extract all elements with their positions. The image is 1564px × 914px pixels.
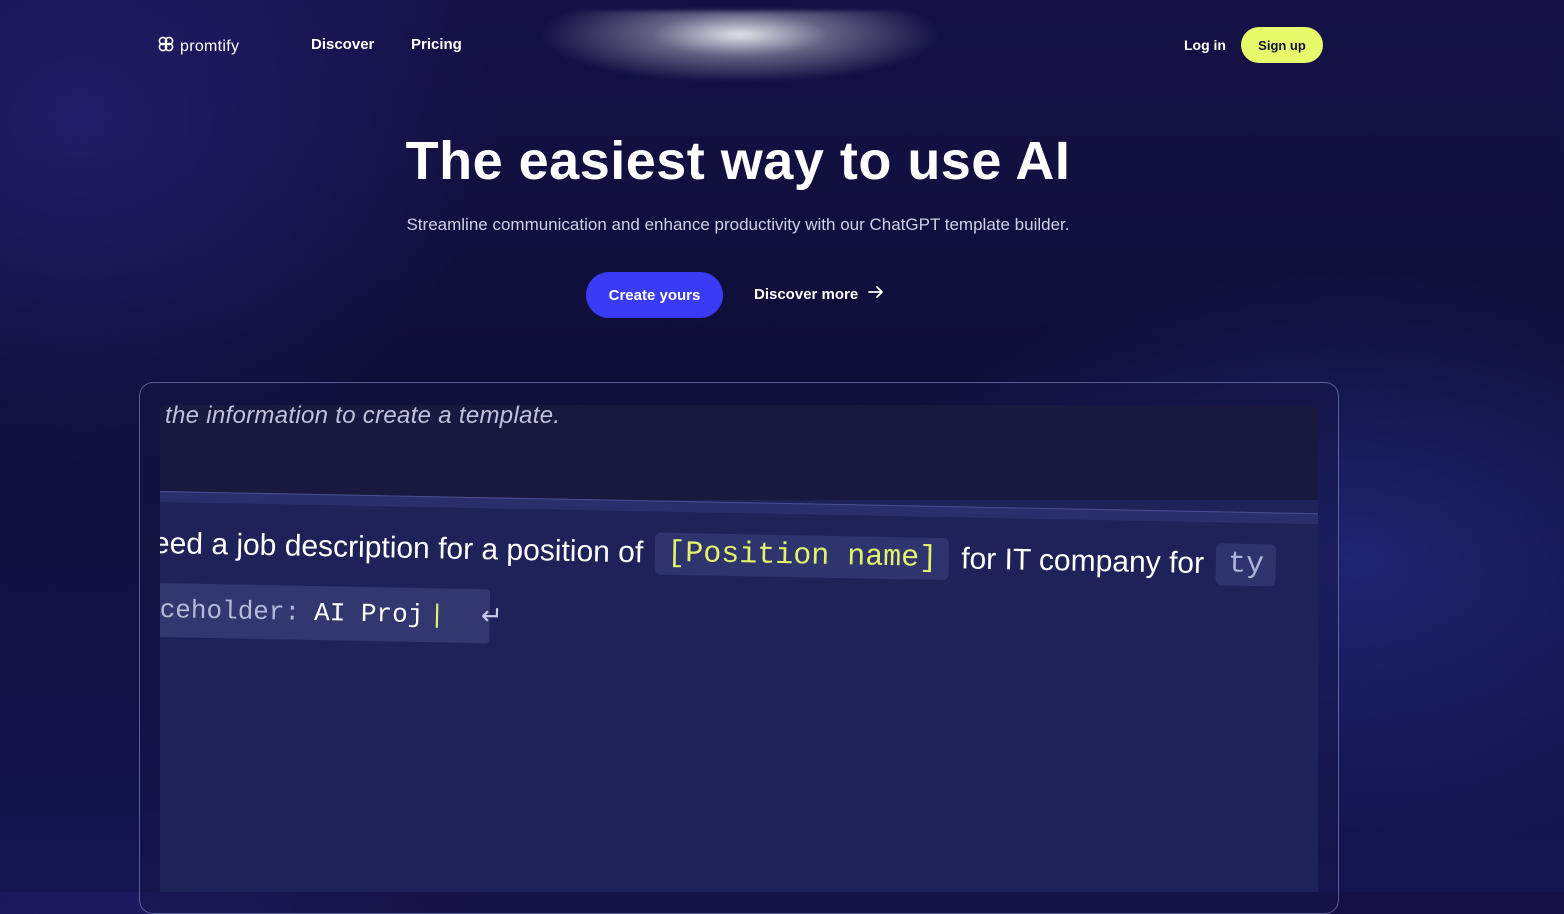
hero-subtitle: Streamline communication and enhance pro… [406,215,1070,234]
text-caret: | [429,600,446,631]
prompt-text-mid: for IT company for [960,542,1205,581]
type-placeholder-chip[interactable]: ty [1215,543,1277,587]
brand-logo[interactable]: promtify [157,35,239,58]
position-name-placeholder[interactable]: [Position name] [654,532,950,581]
top-navigation: promtify Discover Pricing Log in Sign up [0,0,1564,90]
promtify-logo-icon [157,35,175,58]
nav-link-discover[interactable]: Discover [311,36,374,53]
prompt-text-start: eed a job description for a position of [160,526,644,570]
demo-prompt-area: eed a job description for a position of … [160,491,1318,655]
arrow-right-icon [868,285,884,303]
brand-name: promtify [180,37,240,55]
create-yours-button[interactable]: Create yours [586,272,723,318]
return-arrow-icon: ↵ [480,601,504,632]
demo-prompt-line: eed a job description for a position of … [160,523,1288,587]
nav-link-pricing[interactable]: Pricing [411,36,462,53]
placeholder-input[interactable]: ceholder: AI Proj | ↵ [160,582,503,644]
hero-title: The easiest way to use AI [405,131,1071,191]
discover-more-link[interactable]: Discover more [754,285,884,303]
demo-caption: the information to create a template. [165,405,561,429]
signup-button[interactable]: Sign up [1241,27,1323,63]
demo-panel: the information to create a template. ee… [160,405,1318,892]
demo-panel-header: the information to create a template. [160,405,1318,500]
discover-more-label: Discover more [754,285,859,303]
placeholder-input-value: AI Proj [313,597,424,631]
login-link[interactable]: Log in [1184,37,1226,53]
placeholder-input-label: ceholder: [160,595,301,628]
